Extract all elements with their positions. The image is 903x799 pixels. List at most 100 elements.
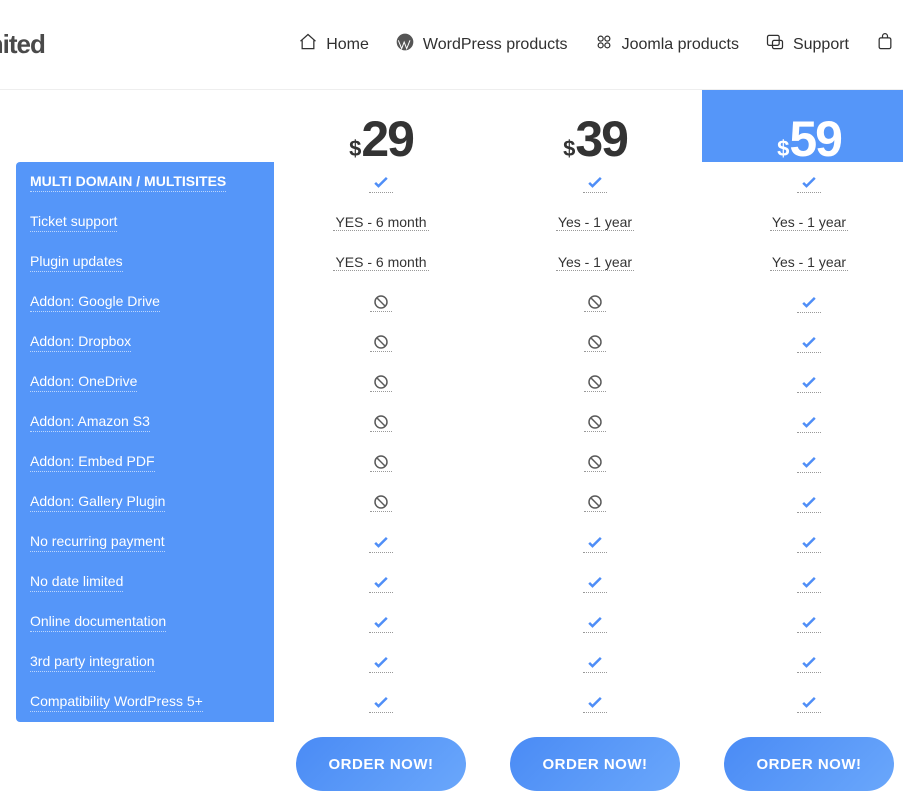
feature-label: MULTI DOMAIN / MULTISITES <box>16 162 274 202</box>
value-cell <box>702 642 903 682</box>
not-included-icon <box>370 373 392 392</box>
check-icon <box>797 292 821 313</box>
check-icon <box>797 532 821 553</box>
support-icon <box>765 32 785 57</box>
value-cell <box>702 402 903 442</box>
value-cell <box>488 362 702 402</box>
plan-price: $29 <box>349 110 413 168</box>
check-icon <box>583 612 607 633</box>
nav-label: Home <box>326 36 369 54</box>
order-row: ORDER NOW! ORDER NOW! ORDER NOW! <box>274 737 903 791</box>
check-icon <box>369 612 393 633</box>
value-cell <box>488 642 702 682</box>
not-included-icon <box>584 493 606 512</box>
brand-logo: United <box>0 29 45 60</box>
check-icon <box>369 692 393 713</box>
value-cell <box>274 322 488 362</box>
not-included-icon <box>370 413 392 432</box>
order-now-button[interactable]: ORDER NOW! <box>724 737 894 791</box>
value-cell <box>274 642 488 682</box>
value-cell <box>274 402 488 442</box>
value-cell <box>488 522 702 562</box>
nav-label: Joomla products <box>622 36 739 54</box>
value-cell <box>274 562 488 602</box>
plan-values-2: Yes - 1 yearYes - 1 year <box>702 162 903 722</box>
value-cell <box>488 322 702 362</box>
nav-home[interactable]: Home <box>298 32 369 57</box>
value-cell <box>274 162 488 202</box>
feature-text[interactable]: No date limited <box>30 572 123 593</box>
nav-label: WordPress products <box>423 36 568 54</box>
value-cell <box>488 162 702 202</box>
feature-text[interactable]: Addon: OneDrive <box>30 372 137 393</box>
nav-support[interactable]: Support <box>765 32 849 57</box>
plan-values-1: Yes - 1 year Yes - 1 year <box>488 162 702 722</box>
feature-label: Compatibility WordPress 5+ <box>16 682 274 722</box>
home-icon <box>298 32 318 57</box>
feature-text[interactable]: MULTI DOMAIN / MULTISITES <box>30 172 226 193</box>
value-cell <box>702 442 903 482</box>
value-text: YES - 6 month <box>333 254 428 271</box>
check-icon <box>797 372 821 393</box>
value-cell <box>488 442 702 482</box>
not-included-icon <box>584 413 606 432</box>
wp-icon <box>395 32 415 57</box>
value-cell <box>488 482 702 522</box>
feature-text[interactable]: Ticket support <box>30 212 117 233</box>
value-cell <box>274 522 488 562</box>
cart-icon[interactable] <box>875 32 895 57</box>
nav-joomla-products[interactable]: Joomla products <box>594 32 739 57</box>
check-icon <box>797 412 821 433</box>
not-included-icon <box>584 373 606 392</box>
check-icon <box>369 532 393 553</box>
value-cell: YES - 6 month <box>274 202 488 242</box>
value-cell <box>274 442 488 482</box>
feature-text[interactable]: Addon: Amazon S3 <box>30 412 150 433</box>
feature-text[interactable]: No recurring payment <box>30 532 165 553</box>
order-now-button[interactable]: ORDER NOW! <box>296 737 466 791</box>
feature-text[interactable]: Addon: Dropbox <box>30 332 131 353</box>
value-cell <box>488 282 702 322</box>
nav-wordpress-products[interactable]: WordPress products <box>395 32 568 57</box>
not-included-icon <box>584 333 606 352</box>
not-included-icon <box>370 333 392 352</box>
feature-text[interactable]: Addon: Gallery Plugin <box>30 492 165 513</box>
check-icon <box>797 332 821 353</box>
feature-label: Addon: Amazon S3 <box>16 402 274 442</box>
not-included-icon <box>584 293 606 312</box>
feature-text[interactable]: Plugin updates <box>30 252 123 273</box>
check-icon <box>797 492 821 513</box>
feature-text[interactable]: Addon: Embed PDF <box>30 452 155 473</box>
check-icon <box>797 612 821 633</box>
value-cell: Yes - 1 year <box>488 242 702 282</box>
value-text: Yes - 1 year <box>556 214 634 231</box>
feature-text[interactable]: Online documentation <box>30 612 166 633</box>
value-cell <box>702 482 903 522</box>
value-cell <box>702 682 903 722</box>
order-now-button[interactable]: ORDER NOW! <box>510 737 680 791</box>
check-icon <box>797 452 821 473</box>
value-cell <box>274 362 488 402</box>
feature-label: Addon: OneDrive <box>16 362 274 402</box>
check-icon <box>797 172 821 193</box>
feature-label: Addon: Dropbox <box>16 322 274 362</box>
check-icon <box>369 572 393 593</box>
check-icon <box>583 572 607 593</box>
value-cell <box>702 562 903 602</box>
feature-label: 3rd party integration <box>16 642 274 682</box>
value-cell <box>702 522 903 562</box>
feature-text[interactable]: Compatibility WordPress 5+ <box>30 692 203 713</box>
feature-text[interactable]: 3rd party integration <box>30 652 155 673</box>
value-text: Yes - 1 year <box>556 254 634 271</box>
feature-text[interactable]: Addon: Google Drive <box>30 292 160 313</box>
value-cell <box>488 682 702 722</box>
check-icon <box>583 652 607 673</box>
value-cell <box>702 362 903 402</box>
value-cell: YES - 6 month <box>274 242 488 282</box>
value-cell <box>702 602 903 642</box>
feature-label: No recurring payment <box>16 522 274 562</box>
check-icon <box>369 172 393 193</box>
not-included-icon <box>584 453 606 472</box>
value-cell <box>488 402 702 442</box>
value-cell <box>702 282 903 322</box>
